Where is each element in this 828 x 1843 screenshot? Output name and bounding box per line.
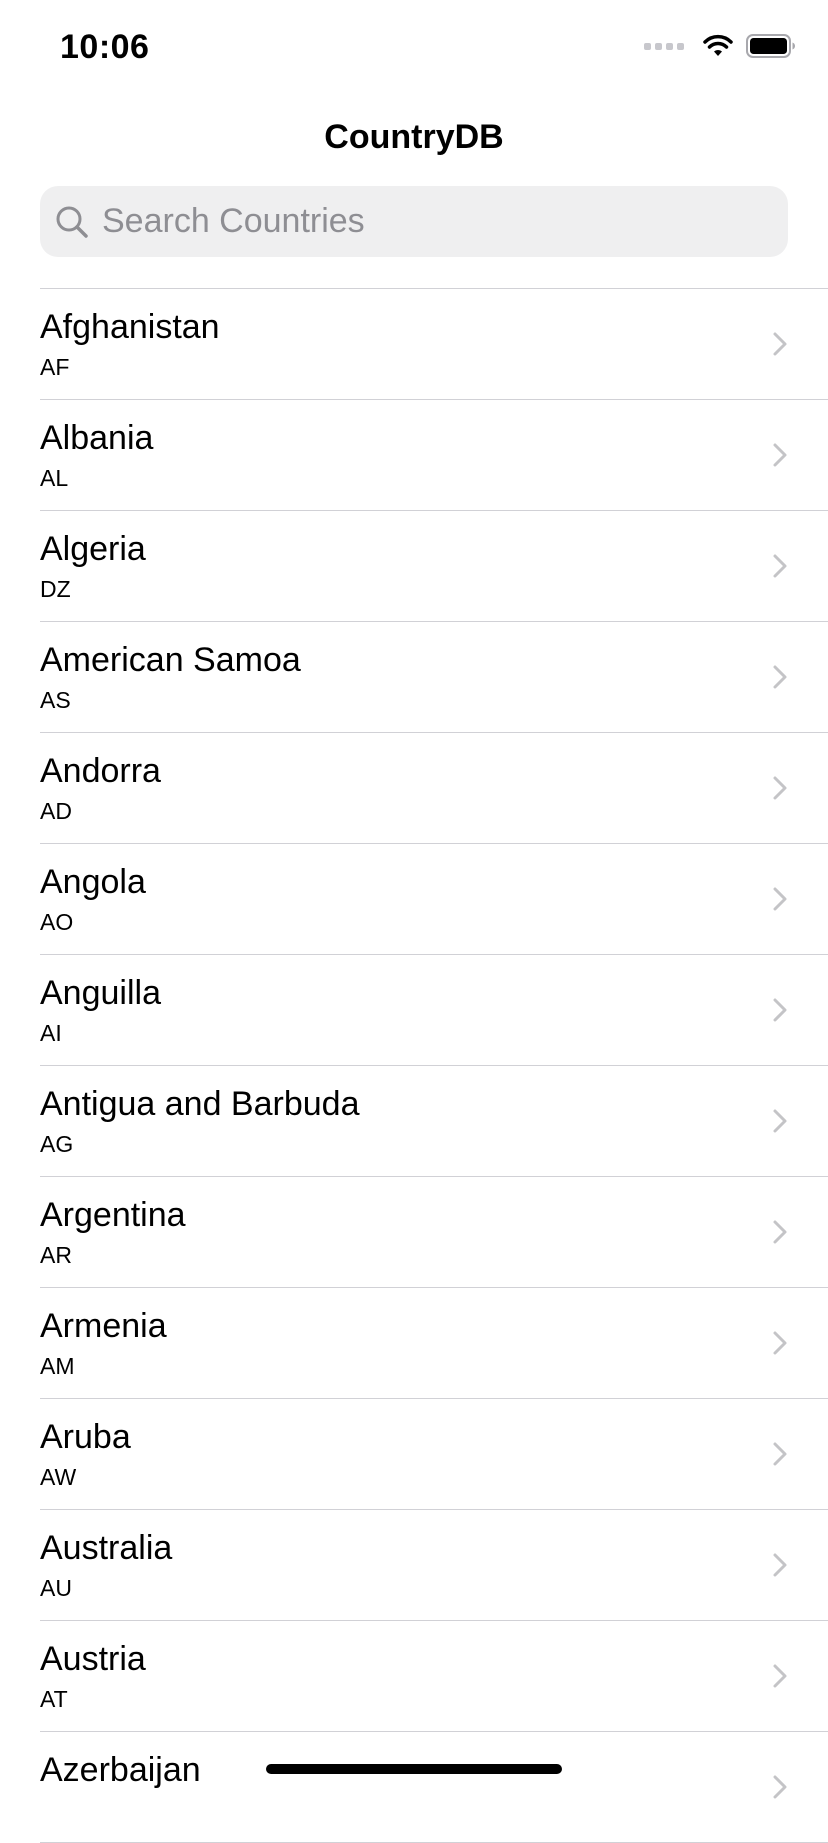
country-name: Australia bbox=[40, 1529, 173, 1567]
country-name: Azerbaijan bbox=[40, 1751, 201, 1789]
country-code: AL bbox=[40, 465, 69, 491]
country-name: Armenia bbox=[40, 1307, 167, 1345]
list-item[interactable]: Angola AO bbox=[40, 844, 828, 955]
country-name: American Samoa bbox=[40, 641, 301, 679]
list-item[interactable]: Armenia AM bbox=[40, 1288, 828, 1399]
search-bar[interactable] bbox=[40, 186, 788, 257]
country-name: Argentina bbox=[40, 1196, 186, 1234]
status-time: 10:06 bbox=[60, 28, 150, 66]
list-item[interactable]: Austria AT bbox=[40, 1621, 828, 1732]
country-code: DZ bbox=[40, 576, 71, 602]
search-input[interactable] bbox=[100, 201, 744, 242]
chevron-right-icon bbox=[773, 665, 787, 689]
country-code: AO bbox=[40, 909, 74, 935]
list-item[interactable]: Albania AL bbox=[40, 400, 828, 511]
country-code: AT bbox=[40, 1686, 68, 1712]
country-code: AF bbox=[40, 354, 70, 380]
country-name: Andorra bbox=[40, 752, 161, 790]
chevron-right-icon bbox=[773, 443, 787, 467]
list-item[interactable]: American Samoa AS bbox=[40, 622, 828, 733]
status-bar: 10:06 bbox=[0, 0, 828, 100]
country-code: AS bbox=[40, 687, 71, 713]
battery-icon bbox=[746, 34, 795, 58]
country-name: Afghanistan bbox=[40, 308, 220, 346]
country-name: Algeria bbox=[40, 530, 146, 568]
country-code: AD bbox=[40, 798, 72, 824]
chevron-right-icon bbox=[773, 554, 787, 578]
chevron-right-icon bbox=[773, 776, 787, 800]
country-code: AM bbox=[40, 1353, 75, 1379]
page-title: CountryDB bbox=[324, 118, 504, 156]
list-item[interactable]: Aruba AW bbox=[40, 1399, 828, 1510]
country-name: Angola bbox=[40, 863, 146, 901]
chevron-right-icon bbox=[773, 1331, 787, 1355]
country-code: AW bbox=[40, 1464, 77, 1490]
country-name: Anguilla bbox=[40, 974, 161, 1012]
chevron-right-icon bbox=[773, 887, 787, 911]
list-item[interactable]: Australia AU bbox=[40, 1510, 828, 1621]
list-item[interactable]: Algeria DZ bbox=[40, 511, 828, 622]
country-code: AR bbox=[40, 1242, 72, 1268]
list-item[interactable]: Afghanistan AF bbox=[40, 289, 828, 400]
country-code: AG bbox=[40, 1131, 74, 1157]
chevron-right-icon bbox=[773, 1553, 787, 1577]
chevron-right-icon bbox=[773, 998, 787, 1022]
list-item[interactable]: Andorra AD bbox=[40, 733, 828, 844]
country-name: Albania bbox=[40, 419, 154, 457]
list-item[interactable]: Azerbaijan bbox=[40, 1732, 828, 1843]
list-item[interactable]: Anguilla AI bbox=[40, 955, 828, 1066]
list-item[interactable]: Argentina AR bbox=[40, 1177, 828, 1288]
country-name: Aruba bbox=[40, 1418, 131, 1456]
home-indicator[interactable] bbox=[266, 1764, 562, 1774]
country-code: AU bbox=[40, 1575, 72, 1601]
chevron-right-icon bbox=[773, 1775, 787, 1799]
cellular-signal-icon bbox=[644, 42, 684, 50]
country-code: AI bbox=[40, 1020, 62, 1046]
country-name: Antigua and Barbuda bbox=[40, 1085, 360, 1123]
status-icons bbox=[644, 34, 796, 58]
chevron-right-icon bbox=[773, 1220, 787, 1244]
country-list: Afghanistan AF Albania AL Algeria DZ Ame… bbox=[40, 288, 828, 1843]
country-name: Austria bbox=[40, 1640, 146, 1678]
wifi-icon bbox=[703, 34, 733, 56]
chevron-right-icon bbox=[773, 1664, 787, 1688]
list-item[interactable]: Antigua and Barbuda AG bbox=[40, 1066, 828, 1177]
chevron-right-icon bbox=[773, 1109, 787, 1133]
chevron-right-icon bbox=[773, 1442, 787, 1466]
search-icon bbox=[54, 204, 90, 240]
chevron-right-icon bbox=[773, 332, 787, 356]
